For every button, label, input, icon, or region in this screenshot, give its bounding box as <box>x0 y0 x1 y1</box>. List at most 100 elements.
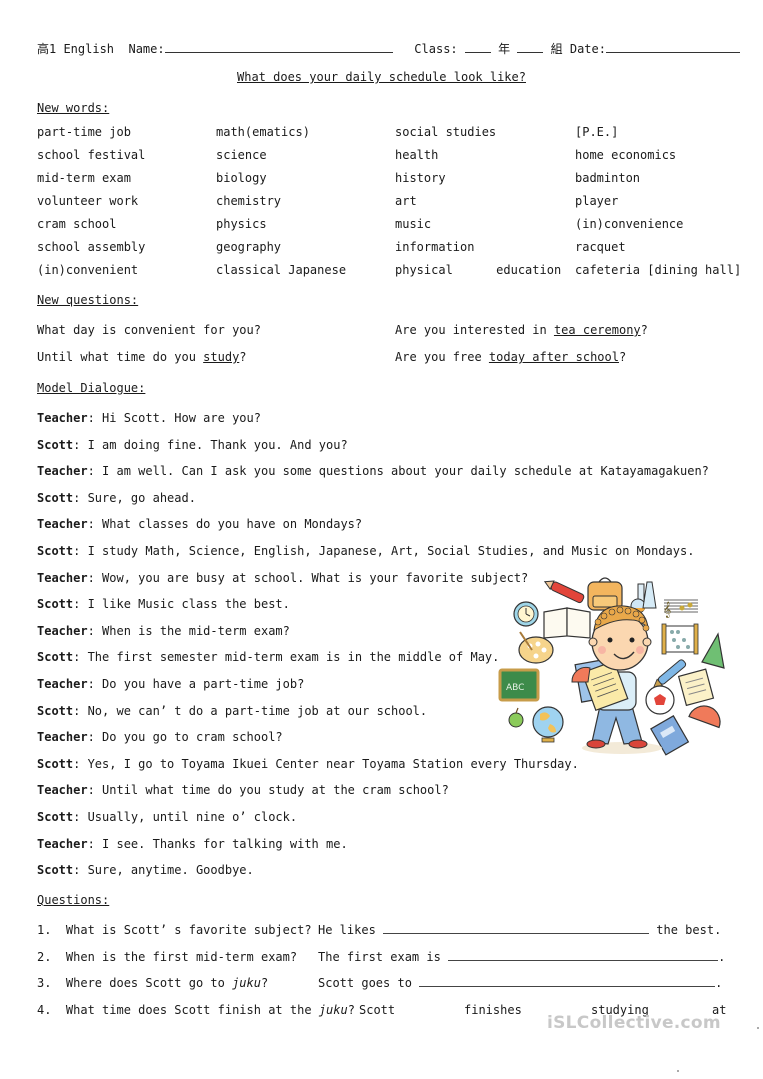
vocab-word: racquet <box>575 240 626 254</box>
dialogue-text: I am well. Can I ask you some questions … <box>102 464 709 478</box>
speaker-name: Teacher <box>37 677 88 691</box>
new-questions-heading: New questions: <box>37 293 139 307</box>
speaker-name: Teacher <box>37 411 88 425</box>
dialogue-line: Teacher: Hi Scott. How are you? <box>37 411 261 425</box>
speaker-name: Scott <box>37 597 74 611</box>
vocab-word: cafeteria [dining hall] <box>575 263 742 277</box>
speaker-name: Teacher <box>37 730 88 744</box>
speaker-separator: : <box>73 650 88 664</box>
speaker-separator: : <box>73 863 88 877</box>
questions-heading: Questions: <box>37 893 110 907</box>
name-label: Name: <box>128 42 165 56</box>
vocab-word: cram school <box>37 217 117 231</box>
group-field[interactable] <box>517 42 544 53</box>
vocab-word: geography <box>216 240 282 254</box>
vocab-word: player <box>575 194 619 208</box>
dialogue-text: I am doing fine. Thank you. And you? <box>87 438 348 452</box>
model-dialogue-heading: Model Dialogue: <box>37 381 146 395</box>
vocab-word: math(ematics) <box>216 125 310 139</box>
dialogue-text: Do you have a part-time job? <box>102 677 305 691</box>
speaker-separator: : <box>87 411 103 425</box>
dialogue-text: The first semester mid-term exam is in t… <box>87 650 500 664</box>
dialogue-text: Do you go to cram school? <box>102 730 283 744</box>
answer-3: Scott goes to . <box>318 976 723 990</box>
vocab-word: home economics <box>575 148 677 162</box>
speaker-name: Teacher <box>37 624 88 638</box>
dialogue-text: I study Math, Science, English, Japanese… <box>87 544 695 558</box>
vocab-word: history <box>395 171 446 185</box>
question-2: 2. When is the first mid-term exam? <box>37 950 298 964</box>
speaker-separator: : <box>87 837 103 851</box>
speaker-name: Scott <box>37 650 74 664</box>
speaker-separator: : <box>73 491 88 505</box>
dialogue-text: I see. Thanks for talking with me. <box>102 837 348 851</box>
worksheet-title-text: What does your daily schedule look like? <box>237 70 526 84</box>
speaker-separator: : <box>87 517 103 531</box>
worksheet-title: What does your daily schedule look like? <box>0 70 763 84</box>
new-question-item: Are you free today after school? <box>395 350 627 364</box>
speaker-separator: : <box>73 757 88 771</box>
dialogue-line: Teacher: Do you go to cram school? <box>37 730 283 744</box>
answer-1-blank[interactable] <box>383 923 650 934</box>
year-field[interactable] <box>464 42 491 53</box>
speaker-separator: : <box>87 624 103 638</box>
date-label: Date: <box>569 42 606 56</box>
speaker-name: Teacher <box>37 517 88 531</box>
schoolboy-with-school-supplies-icon: 𝄞 ABC <box>498 577 725 756</box>
answer-2-blank[interactable] <box>448 950 719 961</box>
year-char: 年 <box>498 42 511 56</box>
vocab-word: information <box>395 240 475 254</box>
stray-dot <box>757 1027 759 1029</box>
vocab-word: chemistry <box>216 194 282 208</box>
name-field[interactable] <box>164 42 393 53</box>
answer-3-blank[interactable] <box>419 976 716 987</box>
dialogue-text: Sure, go ahead. <box>87 491 196 505</box>
dialogue-line: Teacher: What classes do you have on Mon… <box>37 517 362 531</box>
dialogue-text: Wow, you are busy at school. What is you… <box>102 571 529 585</box>
date-field[interactable] <box>605 42 740 53</box>
vocab-word: social studies <box>395 125 497 139</box>
dialogue-line: Teacher: I am well. Can I ask you some q… <box>37 464 709 478</box>
speaker-name: Teacher <box>37 783 88 797</box>
speaker-separator: : <box>87 730 103 744</box>
speaker-name: Scott <box>37 757 74 771</box>
vocab-word: physical education <box>395 263 562 277</box>
answer-4-word: finishes <box>464 1003 522 1017</box>
dialogue-line: Teacher: When is the mid-term exam? <box>37 624 290 638</box>
header-row: 高1 English Name: Class: 年 組 Date: <box>37 40 740 57</box>
answer-2: The first exam is . <box>318 950 726 964</box>
question-3: 3. Where does Scott go to juku? <box>37 976 269 990</box>
dialogue-line: Scott: Yes, I go to Toyama Ikuei Center … <box>37 757 579 771</box>
speaker-separator: : <box>73 810 88 824</box>
vocab-word: [P.E.] <box>575 125 619 139</box>
vocab-word: biology <box>216 171 267 185</box>
dialogue-line: Scott: No, we can’ t do a part-time job … <box>37 704 427 718</box>
vocab-word: (in)convenience <box>575 217 684 231</box>
question-1: 1. What is Scott’ s favorite subject? <box>37 923 312 937</box>
dialogue-text: Hi Scott. How are you? <box>102 411 261 425</box>
stray-dot <box>677 1070 679 1072</box>
dialogue-text: Usually, until nine o’ clock. <box>87 810 298 824</box>
new-question-item: What day is convenient for you? <box>37 323 261 337</box>
vocab-word: school assembly <box>37 240 146 254</box>
vocab-word: part-time job <box>37 125 131 139</box>
new-question-item: Until what time do you study? <box>37 350 247 364</box>
vocab-word: science <box>216 148 267 162</box>
dialogue-line: Teacher: I see. Thanks for talking with … <box>37 837 348 851</box>
speaker-name: Teacher <box>37 464 88 478</box>
dialogue-text: I like Music class the best. <box>87 597 290 611</box>
speaker-name: Teacher <box>37 571 88 585</box>
speaker-name: Scott <box>37 544 74 558</box>
speaker-separator: : <box>73 438 88 452</box>
dialogue-line: Teacher: Do you have a part-time job? <box>37 677 304 691</box>
vocab-word: art <box>395 194 417 208</box>
vocab-word: mid-term exam <box>37 171 131 185</box>
svg-text:𝄞: 𝄞 <box>663 602 671 618</box>
dialogue-text: When is the mid-term exam? <box>102 624 290 638</box>
speaker-separator: : <box>73 597 88 611</box>
dialogue-line: Scott: I study Math, Science, English, J… <box>37 544 694 558</box>
class-label: Class: <box>414 42 458 56</box>
speaker-separator: : <box>87 464 103 478</box>
dialogue-text: What classes do you have on Mondays? <box>102 517 363 531</box>
speaker-separator: : <box>87 783 103 797</box>
